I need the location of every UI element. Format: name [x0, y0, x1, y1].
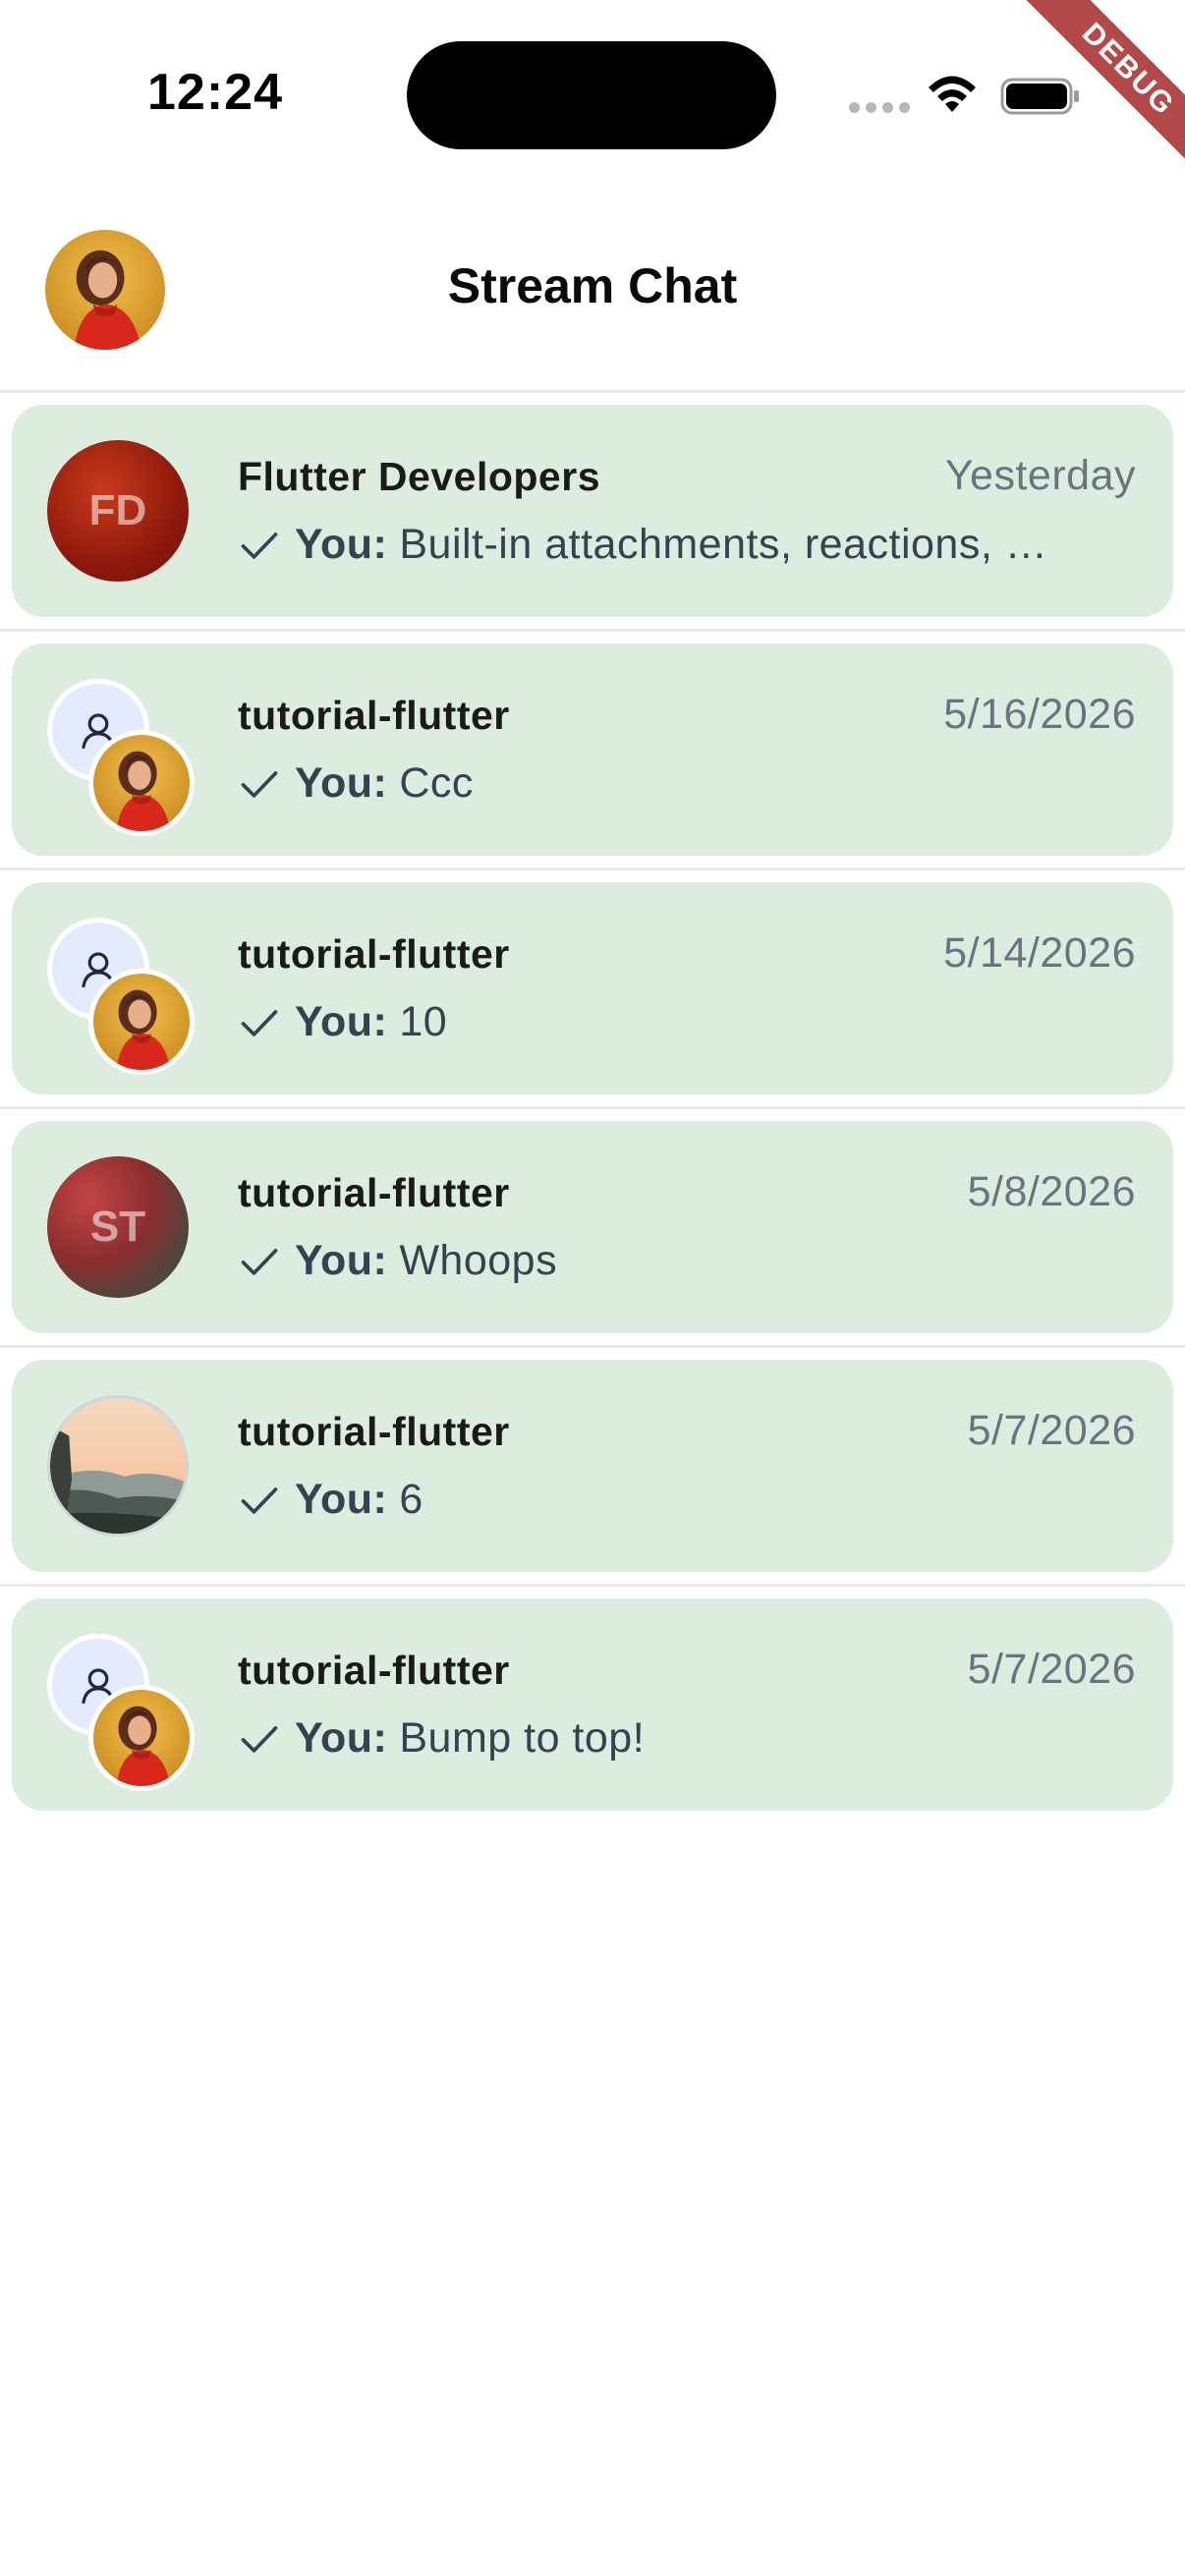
landscape-photo-avatar — [47, 1395, 189, 1537]
status-time: 12:24 — [147, 64, 283, 121]
preview-message: 10 — [399, 998, 448, 1045]
channel-preview: You: Ccc — [238, 759, 1152, 808]
channel-date: Yesterday — [944, 452, 1136, 499]
sent-check-icon — [238, 524, 281, 567]
channel-item-tutorial-flutter[interactable]: tutorial-flutter 5/14/2026 You: 10 — [12, 882, 1173, 1094]
sent-check-icon — [238, 1479, 281, 1522]
debug-banner: DEBUG — [988, 0, 1185, 196]
channel-list-row: tutorial-flutter 5/7/2026 You: 6 — [0, 1348, 1185, 1587]
channel-title: tutorial-flutter — [238, 931, 510, 977]
channel-avatar: ST — [47, 1156, 189, 1298]
channel-preview: You: 10 — [238, 998, 1152, 1046]
channel-list-row: tutorial-flutter 5/7/2026 You: Bump to t… — [0, 1587, 1185, 1825]
channel-list-row: tutorial-flutter 5/16/2026 You: Ccc — [0, 632, 1185, 870]
initials-avatar: ST — [47, 1156, 189, 1298]
user-photo-icon — [93, 974, 190, 1070]
wifi-icon — [929, 76, 976, 112]
channel-avatar — [47, 918, 195, 1075]
channel-item-tutorial-flutter[interactable]: tutorial-flutter 5/7/2026 You: Bump to t… — [12, 1598, 1173, 1811]
preview-message: Whoops — [399, 1237, 558, 1284]
dynamic-island — [407, 41, 776, 149]
preview-sender: You: — [295, 1237, 388, 1284]
channel-item-flutter-developers[interactable]: FD Flutter Developers Yesterday You: Bui… — [12, 405, 1173, 617]
sent-check-icon — [238, 1717, 281, 1761]
preview-message: Bump to top! — [399, 1714, 646, 1762]
channel-date: 5/16/2026 — [943, 691, 1136, 738]
avatar-initials: FD — [88, 486, 147, 534]
channel-title: tutorial-flutter — [238, 1170, 510, 1215]
user-photo-icon — [93, 1690, 190, 1786]
channel-item-tutorial-flutter[interactable]: ST tutorial-flutter 5/8/2026 You: Whoops — [12, 1121, 1173, 1333]
channel-list-row: tutorial-flutter 5/14/2026 You: 10 — [0, 870, 1185, 1109]
preview-message: 6 — [399, 1476, 423, 1523]
sent-check-icon — [238, 1240, 281, 1283]
member-avatar — [88, 730, 195, 836]
preview-sender: You: — [295, 1714, 388, 1762]
preview-sender: You: — [295, 998, 388, 1045]
channel-list-row: ST tutorial-flutter 5/8/2026 You: Whoops — [0, 1109, 1185, 1348]
channel-title: Flutter Developers — [238, 454, 600, 499]
page-title: Stream Chat — [447, 258, 738, 313]
channel-date: 5/7/2026 — [967, 1646, 1136, 1693]
channel-preview: You: Whoops — [238, 1237, 1152, 1285]
channel-title: tutorial-flutter — [238, 1409, 510, 1454]
channel-avatar — [47, 1634, 195, 1791]
channel-avatar — [47, 1395, 189, 1537]
channel-title: tutorial-flutter — [238, 1648, 510, 1693]
preview-sender: You: — [295, 759, 388, 807]
channel-date: 5/14/2026 — [943, 929, 1136, 977]
channel-avatar — [47, 679, 195, 836]
channel-preview: You: Bump to top! — [238, 1714, 1152, 1763]
channel-preview: You: 6 — [238, 1476, 1152, 1524]
member-avatar — [88, 969, 195, 1075]
channel-list-row: FD Flutter Developers Yesterday You: Bui… — [0, 393, 1185, 632]
debug-banner-label: DEBUG — [1014, 0, 1185, 184]
preview-sender: You: — [295, 521, 388, 568]
channel-list[interactable]: FD Flutter Developers Yesterday You: Bui… — [0, 393, 1185, 1825]
sent-check-icon — [238, 1001, 281, 1044]
channel-date: 5/8/2026 — [967, 1168, 1136, 1215]
cellular-signal-icon — [849, 102, 910, 113]
initials-avatar: FD — [47, 440, 189, 582]
channel-avatar: FD — [47, 440, 189, 582]
channel-title: tutorial-flutter — [238, 693, 510, 738]
channel-item-tutorial-flutter[interactable]: tutorial-flutter 5/16/2026 You: Ccc — [12, 644, 1173, 856]
avatar-initials: ST — [89, 1203, 146, 1251]
channel-item-tutorial-flutter[interactable]: tutorial-flutter 5/7/2026 You: 6 — [12, 1360, 1173, 1572]
preview-message: Ccc — [399, 759, 474, 807]
preview-sender: You: — [295, 1476, 388, 1523]
user-photo-icon — [93, 735, 190, 831]
channel-preview: You: Built-in attachments, reactions, … — [238, 521, 1152, 569]
landscape-photo-icon — [50, 1398, 186, 1534]
sent-check-icon — [238, 762, 281, 806]
member-avatar — [88, 1685, 195, 1791]
app-header: Stream Chat — [0, 187, 1185, 393]
preview-message: Built-in attachments, reactions, … — [399, 521, 1048, 568]
channel-date: 5/7/2026 — [967, 1407, 1136, 1454]
